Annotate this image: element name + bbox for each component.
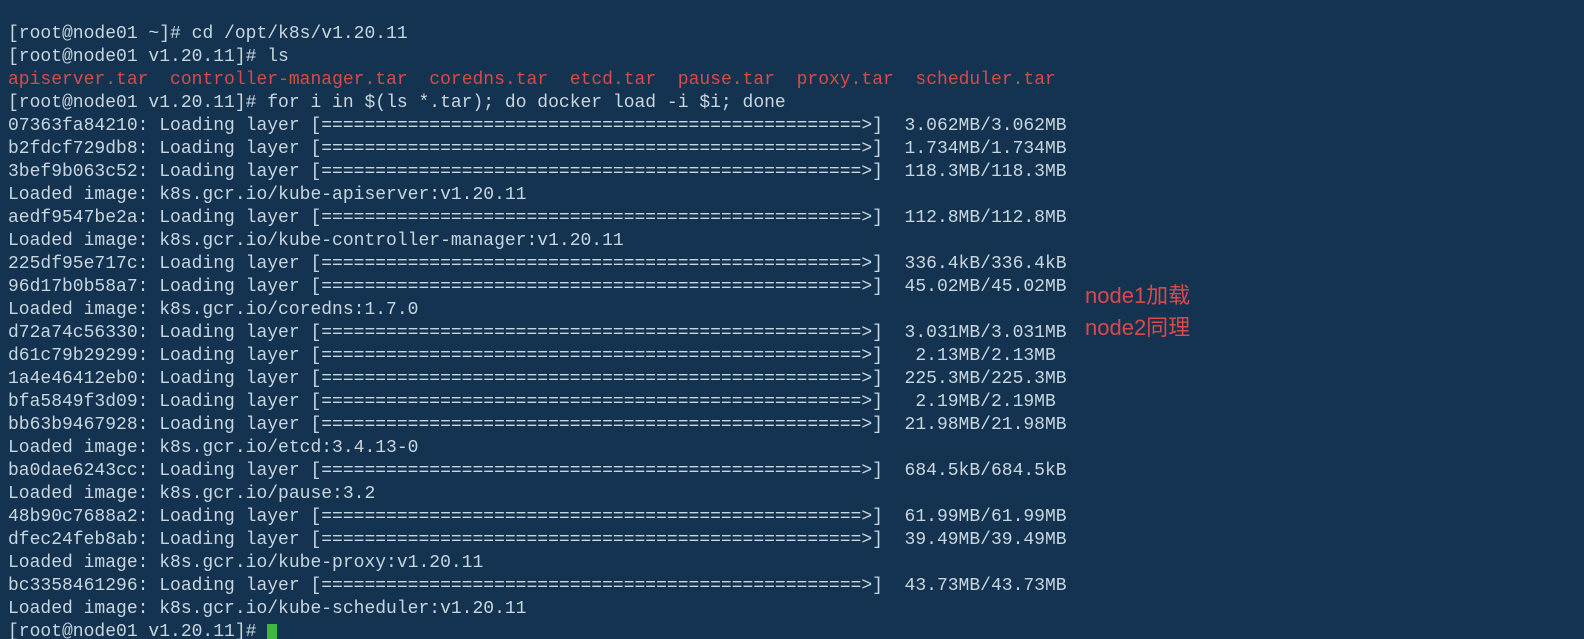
final-prompt[interactable]: [root@node01 v1.20.11]# [8, 622, 277, 639]
loading-layer-line: ba0dae6243cc: Loading layer [===========… [8, 461, 1067, 481]
loading-layer-line: 07363fa84210: Loading layer [===========… [8, 116, 1067, 136]
cursor-icon [267, 624, 277, 639]
annotation-text: node1加载 node2同理 [1085, 280, 1190, 344]
annotation-line-1: node1加载 [1085, 280, 1190, 312]
annotation-line-2: node2同理 [1085, 312, 1190, 344]
loading-layer-line: d72a74c56330: Loading layer [===========… [8, 323, 1067, 343]
loaded-image-line: Loaded image: k8s.gcr.io/etcd:3.4.13-0 [8, 438, 418, 458]
loading-layer-line: bb63b9467928: Loading layer [===========… [8, 415, 1067, 435]
loading-layer-line: bfa5849f3d09: Loading layer [===========… [8, 392, 1056, 412]
loading-layer-line: b2fdcf729db8: Loading layer [===========… [8, 139, 1067, 159]
loading-layer-line: 48b90c7688a2: Loading layer [===========… [8, 507, 1067, 527]
loading-layer-line: d61c79b29299: Loading layer [===========… [8, 346, 1056, 366]
prompt-line-2: [root@node01 v1.20.11]# ls [8, 47, 289, 67]
loading-layer-line: 3bef9b063c52: Loading layer [===========… [8, 162, 1067, 182]
loading-layer-line: 1a4e46412eb0: Loading layer [===========… [8, 369, 1067, 389]
loaded-image-line: Loaded image: k8s.gcr.io/coredns:1.7.0 [8, 300, 418, 320]
docker-load-output: 07363fa84210: Loading layer [===========… [8, 115, 1576, 621]
loading-layer-line: 96d17b0b58a7: Loading layer [===========… [8, 277, 1067, 297]
prompt-line-1: [root@node01 ~]# cd /opt/k8s/v1.20.11 [8, 24, 408, 44]
loaded-image-line: Loaded image: k8s.gcr.io/kube-apiserver:… [8, 185, 526, 205]
loaded-image-line: Loaded image: k8s.gcr.io/kube-controller… [8, 231, 624, 251]
prompt-line-3: [root@node01 v1.20.11]# for i in $(ls *.… [8, 93, 786, 113]
loaded-image-line: Loaded image: k8s.gcr.io/kube-proxy:v1.2… [8, 553, 483, 573]
loading-layer-line: bc3358461296: Loading layer [===========… [8, 576, 1067, 596]
loaded-image-line: Loaded image: k8s.gcr.io/kube-scheduler:… [8, 599, 526, 619]
loading-layer-line: dfec24feb8ab: Loading layer [===========… [8, 530, 1067, 550]
terminal-output: [root@node01 ~]# cd /opt/k8s/v1.20.11 [r… [0, 0, 1584, 639]
loaded-image-line: Loaded image: k8s.gcr.io/pause:3.2 [8, 484, 375, 504]
loading-layer-line: 225df95e717c: Loading layer [===========… [8, 254, 1067, 274]
loading-layer-line: aedf9547be2a: Loading layer [===========… [8, 208, 1067, 228]
ls-output: apiserver.tar controller-manager.tar cor… [8, 70, 1056, 90]
